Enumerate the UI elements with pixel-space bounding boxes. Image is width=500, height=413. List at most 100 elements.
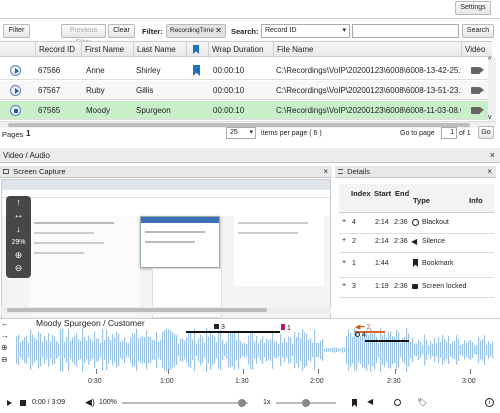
zoom-out-icon[interactable]: ⊖ xyxy=(6,263,31,274)
pan-up-icon[interactable]: ↑ xyxy=(6,197,31,207)
table-row-selected[interactable]: 67565 Moody Spurgeon 00:00:10 C:\Recordi… xyxy=(0,101,488,120)
tick-label: 0:30 xyxy=(88,378,102,385)
close-icon[interactable]: × xyxy=(323,166,328,178)
bookmark-marker-4[interactable]: 4 xyxy=(355,332,366,339)
video-camera-icon[interactable] xyxy=(471,87,480,94)
waveform-bar xyxy=(30,329,32,371)
table-row[interactable]: 67566 Anne Shirley 00:00:10 C:\Recording… xyxy=(0,61,488,80)
current-page[interactable]: 1 xyxy=(26,129,30,138)
volume-icon[interactable]: ◀) xyxy=(85,397,95,408)
expand-icon[interactable]: + xyxy=(342,282,346,289)
waveform-bar xyxy=(102,329,104,371)
video-camera-icon[interactable] xyxy=(471,107,480,114)
screen-capture-scroll-thumb[interactable] xyxy=(7,308,267,312)
waveform-bar xyxy=(114,337,116,363)
screen-capture-viewport[interactable]: ↑ ↔ ↓ 29% ⊕ ⊖ xyxy=(1,179,331,319)
waveform-bar xyxy=(100,342,102,358)
bookmark-icon xyxy=(193,65,200,76)
screen-capture-scrollbar[interactable] xyxy=(1,307,331,314)
items-per-page-select[interactable]: 25 ▾ xyxy=(226,127,256,139)
remove-filter-icon[interactable]: ✕ xyxy=(215,25,222,37)
waveform-bar xyxy=(210,330,212,370)
col-play xyxy=(0,42,35,58)
stop-icon[interactable] xyxy=(20,400,26,406)
info-icon[interactable]: i xyxy=(485,398,494,407)
waveform-bar xyxy=(454,340,456,360)
table-vertical-scrollbar[interactable]: ^ v xyxy=(488,57,496,121)
stop-icon[interactable] xyxy=(10,105,21,116)
filter-button[interactable]: Filter xyxy=(3,24,30,38)
search-field-select[interactable]: Record ID ▾ xyxy=(261,24,350,38)
speed-slider[interactable] xyxy=(276,399,336,407)
play-icon[interactable] xyxy=(7,400,12,406)
waveform-bar xyxy=(350,333,352,367)
seek-thumb[interactable] xyxy=(238,399,246,407)
waveform-bar xyxy=(424,334,426,366)
pan-down-icon[interactable]: ↓ xyxy=(6,224,31,234)
list-item[interactable]: + 2 2:14 2:36 ◀ Silence xyxy=(339,233,494,253)
waveform-bar xyxy=(318,342,320,358)
expand-icon[interactable]: + xyxy=(342,237,346,244)
list-item[interactable]: + 1 1:44 Bookmark xyxy=(339,252,494,278)
previous-filter-button[interactable]: Previous Filter xyxy=(61,24,106,46)
col-video[interactable]: Video xyxy=(461,42,492,58)
play-icon[interactable] xyxy=(10,65,21,76)
bookmark-icon[interactable] xyxy=(352,399,357,407)
cell-record-id: 67565 xyxy=(38,106,61,115)
waveform-bar xyxy=(224,343,226,357)
col-bookmark[interactable] xyxy=(186,42,208,58)
search-input[interactable] xyxy=(352,24,459,38)
close-icon[interactable]: × xyxy=(490,148,495,163)
goto-page-input[interactable]: 1 xyxy=(441,127,457,139)
col-first-name[interactable]: First Name xyxy=(81,42,133,58)
waveform-bar xyxy=(388,331,390,369)
col-last-name[interactable]: Last Name xyxy=(133,42,186,58)
details-header: Details × xyxy=(335,166,496,178)
waveform-bar xyxy=(190,332,192,368)
list-item[interactable]: + 4 2:14 2:36 Blackout xyxy=(339,214,494,234)
speed-thumb[interactable] xyxy=(302,399,310,407)
play-icon[interactable] xyxy=(10,85,21,96)
captured-dialog-title xyxy=(141,217,219,223)
go-button[interactable]: Go xyxy=(478,126,494,139)
col-file-name[interactable]: File Name xyxy=(273,42,461,58)
pan-horizontal-icon[interactable]: ↔ xyxy=(6,210,31,221)
bookmark-marker-1[interactable]: 1 xyxy=(281,324,291,332)
settings-button[interactable]: Settings xyxy=(455,1,491,15)
list-item[interactable]: + 3 1:19 2:36 Screen locked xyxy=(339,278,494,298)
clear-button[interactable]: Clear xyxy=(108,24,135,38)
col-record-id[interactable]: Record ID xyxy=(35,42,81,58)
expand-icon[interactable]: + xyxy=(342,259,346,266)
waveform-bar xyxy=(146,330,148,370)
table-row[interactable]: 67567 Ruby Gillis 00:00:10 C:\Recordings… xyxy=(0,81,488,100)
table-header: Record ID First Name Last Name Wrap Dura… xyxy=(0,41,492,58)
tag-icon[interactable]: 🏷 xyxy=(417,398,427,407)
waveform-bar xyxy=(460,344,462,356)
waveform-bar xyxy=(264,342,266,358)
col-wrap-duration[interactable]: Wrap Duration xyxy=(208,42,273,58)
expand-icon[interactable]: + xyxy=(342,218,346,225)
waveform-bar xyxy=(70,340,72,360)
bookmark-marker-2[interactable]: ◀━ 2 xyxy=(355,323,370,331)
captured-dialog-line xyxy=(145,241,195,243)
waveform-bar xyxy=(158,341,160,359)
close-icon[interactable]: × xyxy=(487,166,492,178)
waveform-bar xyxy=(172,332,174,368)
search-button[interactable]: Search xyxy=(462,24,494,38)
detail-index: 3 xyxy=(352,283,356,290)
filter-chip[interactable]: RecordingTime ✕ xyxy=(166,24,226,38)
scroll-up-icon[interactable]: ^ xyxy=(488,57,491,64)
video-camera-icon[interactable] xyxy=(471,67,480,74)
scroll-down-icon[interactable]: v xyxy=(488,114,492,121)
bookmark-marker-3[interactable]: 3 xyxy=(214,324,225,331)
blackout-icon[interactable] xyxy=(394,399,401,406)
waveform-bar xyxy=(358,337,360,363)
waveform-bar xyxy=(332,347,334,353)
seek-slider[interactable] xyxy=(122,399,248,407)
waveform-svg[interactable] xyxy=(0,318,500,378)
waveform-bar xyxy=(286,342,288,358)
playback-speed: 1x xyxy=(263,399,271,406)
silence-icon[interactable]: ◀ xyxy=(367,397,373,406)
video-camera-lens xyxy=(480,67,484,73)
zoom-in-icon[interactable]: ⊕ xyxy=(6,250,31,261)
